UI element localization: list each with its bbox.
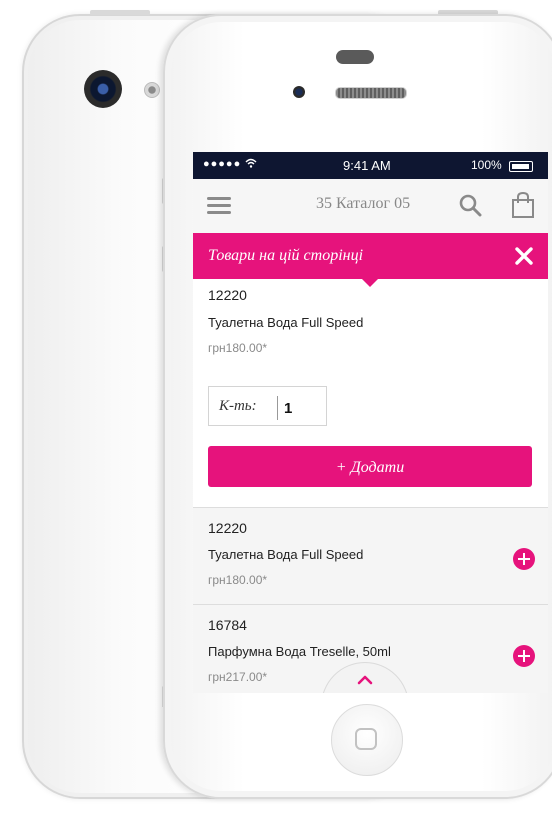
- battery-icon: [509, 161, 533, 172]
- plus-icon[interactable]: [513, 645, 535, 667]
- app-screen: ●●●●● 9:41 AM 100% 35 Каталог 05 Товари …: [193, 152, 548, 693]
- flash-icon: [144, 82, 160, 98]
- sleep-button: [90, 10, 150, 15]
- earpiece: [336, 50, 374, 64]
- chevron-up-icon: [357, 675, 373, 685]
- search-icon[interactable]: [458, 193, 482, 217]
- selected-product: 12220 Туалетна Вода Full Speed грн180.00…: [208, 287, 538, 355]
- home-button[interactable]: [331, 704, 403, 776]
- signal-indicator: ●●●●●: [203, 158, 242, 170]
- status-bar: ●●●●● 9:41 AM 100%: [193, 152, 548, 179]
- speaker-grille: [335, 87, 407, 99]
- product-price: грн180.00*: [208, 573, 268, 587]
- menu-icon[interactable]: [207, 197, 231, 215]
- page-title: 35 Каталог 05: [315, 195, 411, 212]
- quantity-label: К-ть:: [219, 398, 257, 414]
- close-icon[interactable]: [513, 245, 535, 267]
- product-sku: 16784: [208, 617, 247, 633]
- product-name: Туалетна Вода Full Speed: [208, 315, 364, 330]
- product-name: Парфумна Вода Treselle, 50ml: [208, 644, 391, 659]
- shopping-bag-icon[interactable]: [511, 191, 535, 219]
- quantity-input[interactable]: [277, 396, 326, 420]
- add-to-cart-button[interactable]: + Додати: [208, 446, 532, 487]
- quantity-field: К-ть:: [208, 386, 327, 426]
- app-header: 35 Каталог 05: [193, 179, 548, 234]
- wifi-icon: [245, 158, 257, 168]
- status-time: 9:41 AM: [343, 158, 391, 173]
- product-sku: 12220: [208, 520, 247, 536]
- product-name: Туалетна Вода Full Speed: [208, 547, 364, 562]
- product-sku: 12220: [208, 287, 247, 303]
- plus-icon[interactable]: [513, 548, 535, 570]
- product-price: грн180.00*: [208, 341, 268, 355]
- panel-header: Товари на цій сторінці: [193, 233, 548, 279]
- panel-pointer: [361, 278, 379, 287]
- list-item[interactable]: 12220 Туалетна Вода Full Speed грн180.00…: [193, 507, 548, 604]
- home-square-icon: [355, 728, 377, 750]
- front-camera-icon: [293, 86, 305, 98]
- battery-percent: 100%: [471, 158, 502, 172]
- rear-camera-icon: [84, 70, 122, 108]
- panel-title: Товари на цій сторінці: [208, 247, 364, 264]
